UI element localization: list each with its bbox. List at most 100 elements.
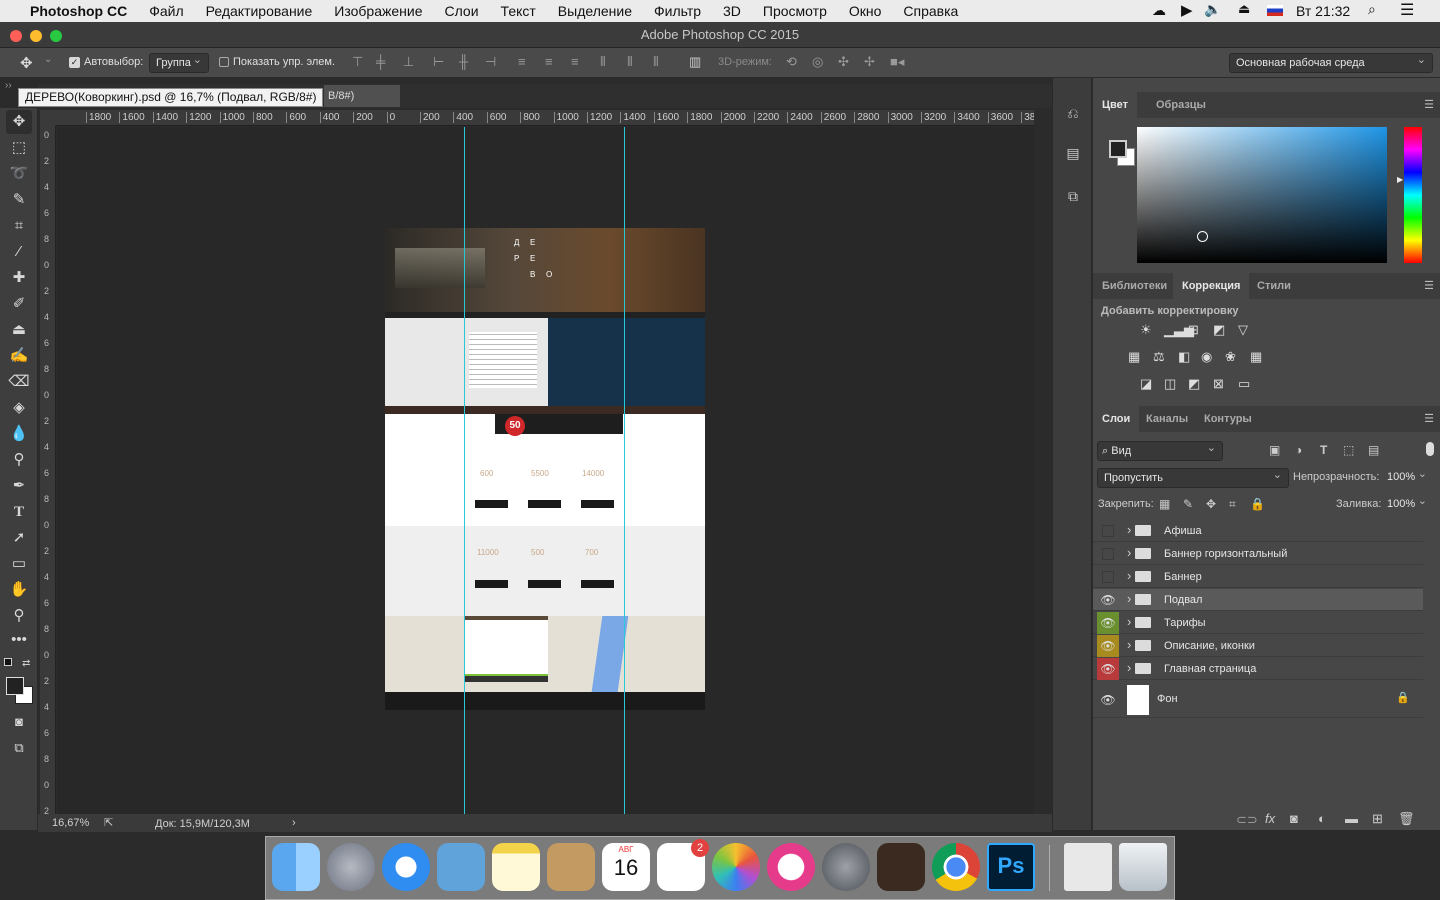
blur-tool-icon[interactable]: 💧 [6, 422, 32, 446]
align-left-icon[interactable]: ⊢ [433, 54, 444, 70]
color-field[interactable] [1137, 127, 1387, 263]
expand-chevron-icon[interactable]: › [1127, 545, 1131, 560]
move-tool-icon[interactable]: ✥ [20, 54, 33, 72]
character-panel-icon[interactable]: ⧉ [1063, 188, 1083, 208]
autoselect-checkbox[interactable]: ✓ [69, 57, 80, 68]
tab-layers[interactable]: Слои [1093, 406, 1140, 432]
filter-shape-icon[interactable]: ⬚ [1343, 443, 1354, 457]
document-tab[interactable]: B/8#) [324, 85, 400, 107]
zoom-level[interactable]: 16,67% [52, 817, 89, 829]
lasso-tool-icon[interactable]: ➰ [6, 162, 32, 186]
path-select-tool-icon[interactable]: ➚ [6, 526, 32, 550]
filter-toggle-icon[interactable] [1426, 442, 1434, 456]
reminders-icon[interactable]: 2 [657, 839, 709, 891]
spotlight-icon[interactable]: ⌕ [1368, 1, 1376, 18]
filter-type-icon[interactable]: T [1320, 443, 1327, 457]
zoom-window-button[interactable] [50, 30, 62, 42]
add-mask-icon[interactable]: ◙ [1290, 811, 1298, 826]
menu-window[interactable]: Окно [838, 3, 893, 19]
adjustments-panel-menu-icon[interactable]: ☰ [1424, 279, 1434, 292]
layer-style-icon[interactable]: fx [1265, 811, 1275, 826]
default-colors-icon[interactable] [4, 658, 12, 666]
volume-icon[interactable]: 🔈 [1204, 1, 1221, 18]
align-hcenter-icon[interactable]: ╫ [459, 54, 468, 69]
distribute-bottom-icon[interactable]: ≡ [571, 54, 579, 69]
filter-pixel-icon[interactable]: ▣ [1269, 443, 1280, 457]
3d-scale-icon[interactable]: ■◂ [890, 54, 904, 70]
finder-icon[interactable] [272, 843, 320, 891]
brush-tool-icon[interactable]: ✐ [6, 292, 32, 316]
safari-icon[interactable] [382, 843, 430, 891]
clock[interactable]: Вт 21:32 [1296, 3, 1350, 19]
close-window-button[interactable] [10, 30, 22, 42]
collapse-left-icon[interactable]: ›› [5, 80, 12, 91]
tab-libraries[interactable]: Библиотеки [1093, 273, 1176, 299]
tab-color[interactable]: Цвет [1093, 92, 1138, 118]
align-vcenter-icon[interactable]: ╪ [376, 54, 385, 69]
layer-row[interactable]: 👁 › Тарифы [1093, 612, 1423, 634]
menu-type[interactable]: Текст [490, 3, 547, 19]
invert-icon[interactable]: ◪ [1140, 376, 1152, 392]
chrome-icon[interactable] [932, 843, 980, 891]
music-document-icon[interactable] [1064, 843, 1112, 891]
hand-tool-icon[interactable]: ✋ [6, 578, 32, 602]
layers-panel-menu-icon[interactable]: ☰ [1424, 412, 1434, 425]
align-right-icon[interactable]: ⊣ [485, 54, 496, 70]
menu-image[interactable]: Изображение [323, 3, 433, 19]
distribute-right-icon[interactable]: ⦀ [653, 54, 659, 70]
new-layer-icon[interactable]: ⊞ [1372, 811, 1383, 827]
rectangle-tool-icon[interactable]: ▭ [6, 552, 32, 576]
eye-icon[interactable]: 👁 [1097, 635, 1119, 657]
guide-left[interactable] [464, 127, 465, 814]
gradient-map-icon[interactable]: ▭ [1238, 376, 1250, 392]
clone-stamp-tool-icon[interactable]: ⏏ [6, 318, 32, 342]
minimize-window-button[interactable] [30, 30, 42, 42]
autoselect-select[interactable]: Группа [149, 51, 209, 73]
channel-mixer-icon[interactable]: ❀ [1225, 349, 1236, 365]
auto-align-icon[interactable]: ▥ [689, 54, 701, 70]
color-balance-icon[interactable]: ⚖ [1153, 349, 1165, 365]
canvas-area[interactable]: Д Е Р Е В О 50 600 5500 14000 11000 500 … [57, 127, 1034, 814]
background-layer[interactable]: 👁 Фон 🔒 [1093, 682, 1423, 718]
panel-fg-swatch[interactable] [1109, 140, 1127, 158]
menu-view[interactable]: Просмотр [752, 3, 838, 19]
itunes-icon[interactable] [767, 843, 815, 891]
3d-slide-icon[interactable]: ✢ [864, 54, 875, 70]
vertical-ruler[interactable]: 0 2 4 6 8 0 2 4 6 8 0 2 4 6 8 0 2 4 6 8 0 2 4 6 8 0 2 [40, 126, 56, 814]
layer-row[interactable]: › Баннер [1093, 566, 1423, 588]
eye-hidden-icon[interactable] [1102, 548, 1114, 560]
menu-filter[interactable]: Фильтр [643, 3, 712, 19]
launchpad-icon[interactable] [327, 843, 375, 891]
document-artboard[interactable]: Д Е Р Е В О 50 600 5500 14000 11000 500 … [385, 228, 705, 710]
foreground-color-swatch[interactable] [6, 677, 24, 695]
3d-roll-icon[interactable]: ◎ [812, 54, 823, 70]
tab-swatches[interactable]: Образцы [1147, 92, 1215, 118]
play-icon[interactable]: ▶ [1181, 1, 1193, 19]
more-tools-icon[interactable]: ••• [6, 628, 32, 652]
horizontal-ruler[interactable]: 1800 1600 1400 1200 1000 800 600 400 200 0 200 400 6… [56, 110, 1034, 126]
media-app-icon[interactable] [877, 843, 925, 891]
delete-layer-icon[interactable]: 🗑 [1398, 811, 1415, 827]
crop-tool-icon[interactable]: ⌗ [6, 214, 32, 238]
notes-icon[interactable] [492, 843, 540, 891]
quick-select-tool-icon[interactable]: ✎ [6, 188, 32, 212]
system-preferences-icon[interactable] [822, 843, 870, 891]
eject-icon[interactable]: ⏏ [1238, 1, 1250, 17]
tool-preset-chevron-icon[interactable]: ⌄ [44, 54, 52, 65]
vibrance-icon[interactable]: ▽ [1238, 322, 1248, 338]
curves-icon[interactable]: ⊞ [1188, 322, 1199, 338]
notification-center-icon[interactable]: ☰ [1400, 0, 1414, 20]
photoshop-icon[interactable]: Ps [987, 843, 1035, 891]
photos-icon[interactable] [712, 843, 760, 891]
fill-input[interactable]: 100% [1381, 492, 1433, 515]
history-brush-tool-icon[interactable]: ✍ [6, 344, 32, 368]
layer-filter-select[interactable]: ⌕ Вид [1097, 439, 1223, 461]
move-tool-icon[interactable]: ✥ [6, 110, 32, 134]
color-panel-menu-icon[interactable]: ☰ [1424, 98, 1434, 111]
type-tool-icon[interactable]: T [6, 500, 32, 524]
properties-panel-icon[interactable]: ▤ [1063, 145, 1083, 165]
layer-row[interactable]: › Баннер горизонтальный [1093, 543, 1423, 565]
tab-paths[interactable]: Контуры [1195, 406, 1261, 432]
tab-styles[interactable]: Стили [1248, 273, 1300, 299]
layer-row[interactable]: 👁 › Подвал [1093, 589, 1423, 611]
